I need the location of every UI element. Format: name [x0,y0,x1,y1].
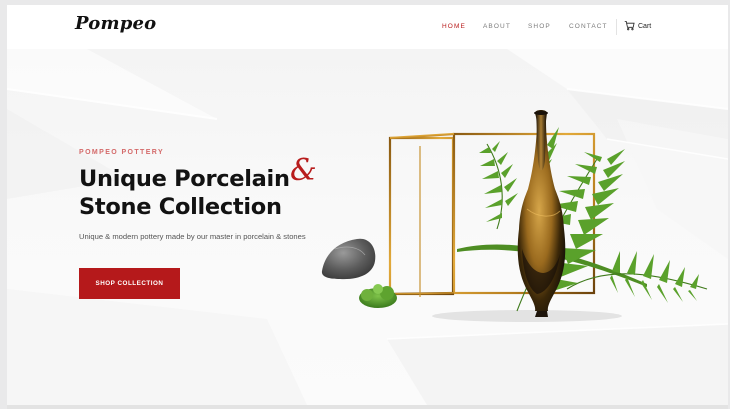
hero-title-line-2: Stone Collection [79,194,282,220]
cart-link[interactable]: Cart [624,20,651,33]
nav-divider [616,19,617,35]
site-header: Pompeo HOME ABOUT SHOP CONTACT Cart [7,5,728,49]
hero-banner: POMPEO POTTERY Unique Porcelain Stone Co… [7,49,728,405]
page-bottom-divider [7,405,728,409]
hero-eyebrow: POMPEO POTTERY [79,149,165,156]
shop-collection-button[interactable]: SHOP COLLECTION [79,268,180,299]
cart-label: Cart [638,23,652,30]
ampersand-ornament: & [290,153,317,188]
logo[interactable]: Pompeo [75,13,156,34]
hero-title-line-1: Unique Porcelain [79,166,290,192]
nav-home[interactable]: HOME [442,23,466,30]
hero-title: Unique Porcelain Stone Collection [79,165,290,221]
hero-subtitle: Unique & modern pottery made by our mast… [79,232,306,241]
cart-icon [624,20,635,33]
page: Pompeo HOME ABOUT SHOP CONTACT Cart POMP… [7,5,728,409]
nav-about[interactable]: ABOUT [483,23,511,30]
hero-background [7,49,728,405]
nav-shop[interactable]: SHOP [528,23,551,30]
nav-contact[interactable]: CONTACT [569,23,608,30]
